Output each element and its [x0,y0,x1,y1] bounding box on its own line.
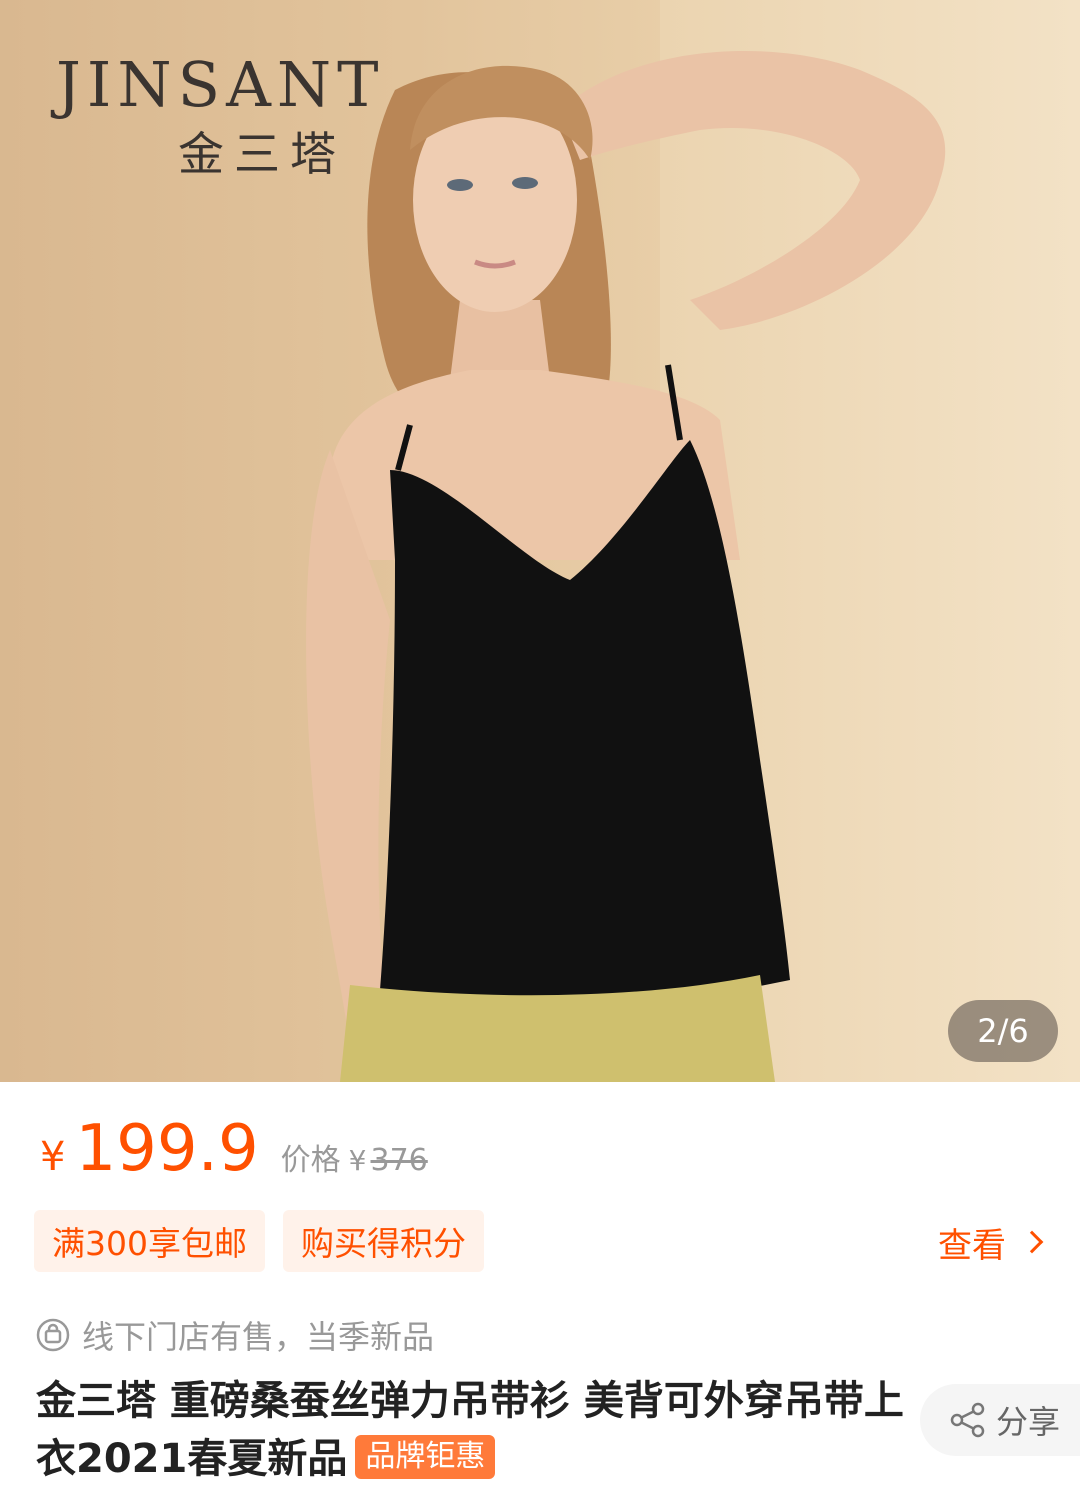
current-price: 199.9 [75,1112,259,1186]
original-price: 376 [370,1143,428,1178]
view-promos-label: 查看 [938,1225,1006,1266]
chevron-right-icon [1020,1230,1044,1254]
promo-tags: 满300享包邮 购买得积分 [34,1210,484,1272]
original-price-label: 价格 [280,1143,341,1178]
product-title: 金三塔 重磅桑蚕丝弹力吊带衫 美背可外穿吊带上衣2021春夏新品 品牌钜惠 [36,1372,906,1488]
brand-logo-en: JINSANT [56,48,385,121]
store-note-text: 线下门店有售，当季新品 [82,1318,435,1356]
share-icon [950,1402,985,1438]
share-label: 分享 [996,1403,1061,1441]
price-currency: ¥ [40,1134,66,1180]
brand-logo: JINSANT 金三塔 [56,50,384,182]
brand-logo-cn: 金三塔 [178,127,346,181]
original-price-currency: ¥ [348,1144,367,1177]
image-counter: 2/6 [948,1000,1058,1062]
price-row: ¥ 199.9 价格 ¥ 376 [40,1112,428,1186]
brand-discount-badge: 品牌钜惠 [355,1435,496,1479]
share-button[interactable]: 分享 [920,1384,1080,1456]
promo-earn-points[interactable]: 购买得积分 [283,1210,484,1272]
promo-free-shipping[interactable]: 满300享包邮 [34,1210,265,1272]
store-note: 线下门店有售，当季新品 [36,1312,434,1358]
view-promos-button[interactable]: 查看 [938,1214,1044,1270]
shopping-bag-icon [36,1318,70,1352]
product-image-carousel[interactable]: JINSANT 金三塔 2/6 [0,0,1080,1082]
